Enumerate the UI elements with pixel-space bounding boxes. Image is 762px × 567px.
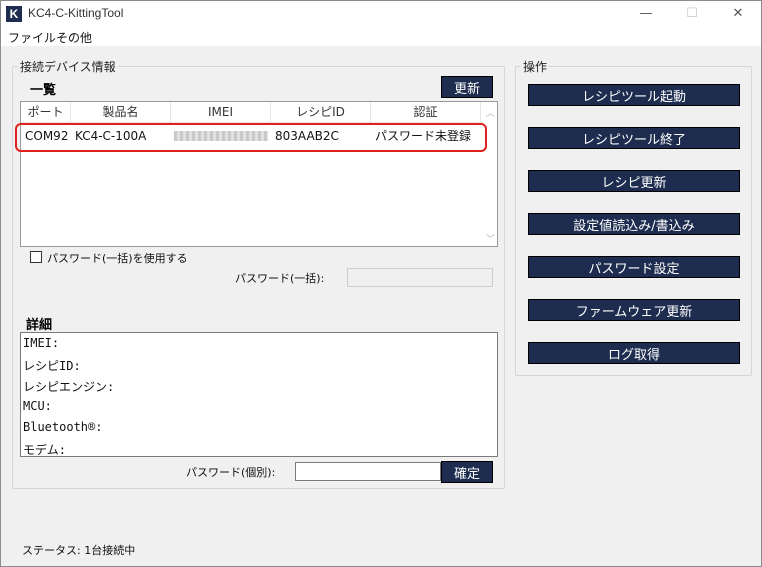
exit-recipe-tool-button[interactable]: レシピツール終了 [528,127,740,149]
column-imei[interactable]: IMEI [171,102,271,123]
detail-recipe-engine: レシピエンジン: [23,380,115,394]
column-port[interactable]: ポート [21,102,71,123]
launch-recipe-tool-button[interactable]: レシピツール起動 [528,84,740,106]
list-scrollbar[interactable]: ︿ ﹀ [484,102,497,246]
bulk-password-input[interactable] [347,268,493,287]
list-label: 一覧 [30,83,57,98]
status-text: ステータス: 1台接続中 [22,544,136,557]
maximize-button[interactable]: ☐ [669,1,715,27]
individual-password-label: パスワード(個別): [186,466,276,479]
menu-bar: ファイル その他 [1,27,761,46]
operations-legend: 操作 [523,60,548,74]
detail-recipe-id: レシピID: [23,359,81,373]
title-bar: K KC4-C-KittingTool — ☐ ✕ [1,1,761,27]
details-panel[interactable]: IMEI: レシピID: レシピエンジン: MCU: Bluetooth®: モ… [20,332,498,457]
password-settings-button[interactable]: パスワード設定 [528,256,740,278]
details-label: 詳細 [26,318,53,333]
scroll-up-icon[interactable]: ︿ [484,106,497,119]
refresh-button[interactable]: 更新 [441,76,493,98]
individual-password-input[interactable] [295,462,441,481]
detail-modem: モデム: [23,443,66,457]
bulk-password-checkbox-label: パスワード(一括)を使用する [47,252,188,265]
app-window: K KC4-C-KittingTool — ☐ ✕ ファイル その他 接続デバイ… [0,0,762,567]
update-recipe-button[interactable]: レシピ更新 [528,170,740,192]
detail-imei: IMEI: [23,336,60,350]
app-logo-icon: K [6,6,22,22]
minimize-button[interactable]: — [623,1,669,27]
window-title: KC4-C-KittingTool [28,6,124,20]
menu-other[interactable]: その他 [56,29,92,46]
read-write-settings-button[interactable]: 設定値読込み/書込み [528,213,740,235]
firmware-update-button[interactable]: ファームウェア更新 [528,299,740,321]
bulk-password-checkbox[interactable] [30,251,42,263]
confirm-button[interactable]: 確定 [441,461,493,483]
close-button[interactable]: ✕ [715,1,761,27]
row-highlight-annotation [15,123,487,152]
column-recipe-id[interactable]: レシピID [271,102,371,123]
column-product[interactable]: 製品名 [71,102,171,123]
detail-bluetooth: Bluetooth®: [23,420,103,434]
scroll-down-icon[interactable]: ﹀ [484,232,497,245]
get-log-button[interactable]: ログ取得 [528,342,740,364]
detail-mcu: MCU: [23,399,52,413]
menu-file[interactable]: ファイル [8,29,56,46]
bulk-password-label: パスワード(一括): [235,272,325,285]
column-auth[interactable]: 認証 [371,102,481,123]
device-list-header: ポート 製品名 IMEI レシピID 認証 [21,102,485,123]
device-info-legend: 接続デバイス情報 [20,60,116,74]
